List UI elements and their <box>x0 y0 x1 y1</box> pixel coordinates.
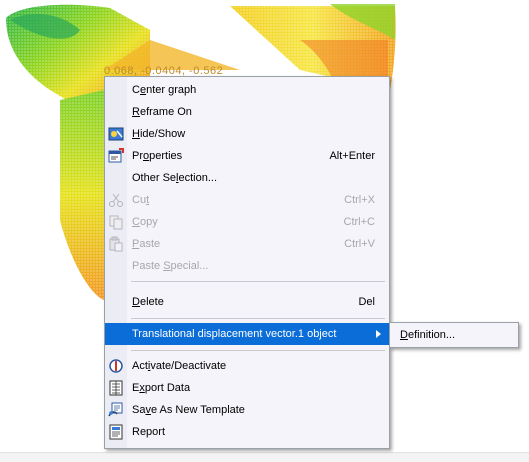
menu-item-label: Copy <box>132 216 158 228</box>
menu-item-label: Report <box>132 426 166 438</box>
menu-separator <box>131 350 385 351</box>
menu-item-delete[interactable]: Delete Del <box>105 291 389 313</box>
menu-item-paste: Paste Ctrl+V <box>105 233 389 255</box>
menu-item-label: Other Selection... <box>132 172 218 184</box>
menu-item-label: Center graph <box>132 84 197 96</box>
paste-icon <box>108 236 124 252</box>
export-data-icon <box>108 380 124 396</box>
menu-item-label: Save As New Template <box>132 404 245 416</box>
menu-item-label: Export Data <box>132 382 191 394</box>
menu-item-label: Hide/Show <box>132 128 186 140</box>
menu-item-shortcut: Ctrl+V <box>344 238 375 250</box>
menu-item-label: Reframe On <box>132 106 192 118</box>
menu-item-cut: Cut Ctrl+X <box>105 189 389 211</box>
context-menu: Center graph Reframe On Hide/Show Proper… <box>104 76 390 449</box>
menu-item-shortcut: Ctrl+C <box>343 216 375 228</box>
menu-separator <box>131 281 385 282</box>
menu-item-copy: Copy Ctrl+C <box>105 211 389 233</box>
properties-icon <box>108 148 124 164</box>
copy-icon <box>108 214 124 230</box>
menu-item-label: Properties <box>132 150 183 162</box>
submenu: Definition... <box>389 322 519 348</box>
menu-item-label: Activate/Deactivate <box>132 360 227 372</box>
hide-show-icon <box>108 126 124 142</box>
submenu-item-definition[interactable]: Definition... <box>392 324 516 346</box>
menu-item-activate-deactivate[interactable]: Activate/Deactivate <box>105 355 389 377</box>
menu-item-label: Delete <box>132 296 164 308</box>
menu-item-save-as-new-template[interactable]: Save As New Template <box>105 399 389 421</box>
activate-deactivate-icon <box>108 358 124 374</box>
menu-item-reframe-on[interactable]: Reframe On <box>105 101 389 123</box>
menu-separator <box>131 318 385 319</box>
menu-item-label: Cut <box>132 194 150 206</box>
menu-item-label: Translational displacement vector.1 obje… <box>132 328 337 340</box>
report-icon <box>108 424 124 440</box>
menu-item-export-data[interactable]: Export Data <box>105 377 389 399</box>
menu-item-label: Paste Special... <box>132 260 209 272</box>
submenu-item-label: Definition... <box>400 329 456 341</box>
menu-item-center-graph[interactable]: Center graph <box>105 79 389 101</box>
menu-item-shortcut: Del <box>358 296 375 308</box>
menu-item-properties[interactable]: Properties Alt+Enter <box>105 145 389 167</box>
scissors-icon <box>108 192 124 208</box>
save-template-icon <box>108 402 124 418</box>
menu-item-other-selection[interactable]: Other Selection... <box>105 167 389 189</box>
menu-item-hide-show[interactable]: Hide/Show <box>105 123 389 145</box>
menu-item-paste-special: Paste Special... <box>105 255 389 277</box>
menu-item-shortcut: Ctrl+X <box>344 194 375 206</box>
menu-item-label: Paste <box>132 238 161 250</box>
menu-item-object-submenu[interactable]: Translational displacement vector.1 obje… <box>105 323 389 345</box>
menu-item-shortcut: Alt+Enter <box>329 150 375 162</box>
menu-item-report[interactable]: Report <box>105 421 389 443</box>
